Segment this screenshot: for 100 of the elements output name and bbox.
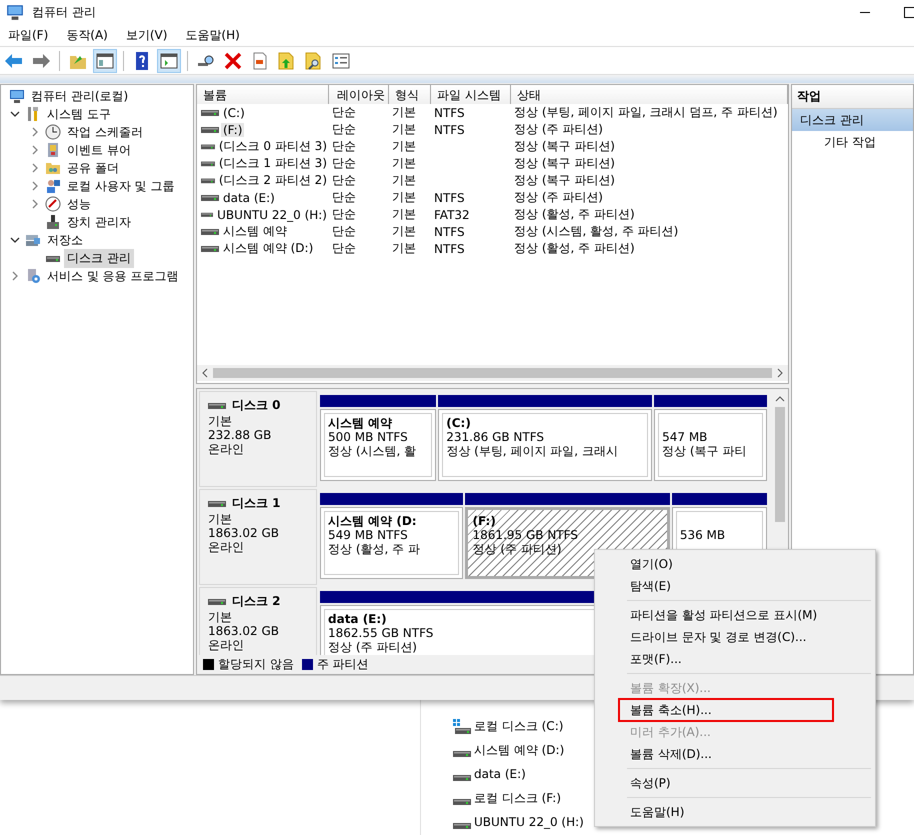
table-cell: 단순 [332,139,356,153]
tree-item[interactable]: 컴퓨터 관리(로컬) [28,86,132,106]
table-cell: 기본 [392,105,416,119]
menu-item[interactable]: 드라이브 문자 및 경로 변경(C)... [597,626,873,648]
tree-item[interactable]: 공유 폴더 [64,158,122,178]
table-cell: 정상 (주 파티션) [514,122,603,136]
disk-status: 온라인 [208,442,245,456]
tools-icon [25,106,41,122]
partition-size: 547 MB [662,430,708,444]
partition-size: 500 MB NTFS [328,430,408,444]
partition-size: 549 MB NTFS [328,528,408,542]
volume-name[interactable]: (C:) [221,106,247,120]
menu-item[interactable]: 도움말(H) [185,26,240,44]
table-cell: 단순 [332,190,356,204]
column-header[interactable]: 상태 [511,85,788,104]
volume-name[interactable]: (디스크 1 파티션 3) [216,155,329,172]
tree-item[interactable]: 시스템 도구 [44,104,114,124]
table-cell: 정상 (복구 파티션) [514,139,615,153]
disk-info-panel[interactable]: 디스크 1 기본 1863.02 GB 온라인 [199,489,317,585]
navigation-item[interactable]: 로컬 디스크 (C:) [474,718,564,734]
menu-item[interactable]: 볼륨 삭제(D)... [597,743,873,765]
tree-item[interactable]: 장치 관리자 [64,212,134,232]
tree-pane-button[interactable] [93,48,117,72]
volume-name[interactable]: (디스크 2 파티션 2) [216,172,329,189]
table-cell: 기본 [392,139,416,153]
properties-icon [331,50,351,70]
table-cell: 단순 [332,207,356,221]
menu-item[interactable]: 보기(V) [126,26,168,44]
menu-item[interactable]: 포맷(F)... [597,648,873,670]
drive-icon [201,125,219,134]
volume-name[interactable]: data (E:) [221,190,277,204]
partition-status: 정상 (활성, 주 파 [328,542,420,556]
computer-icon [9,88,25,104]
action-pane-button[interactable] [157,48,181,72]
partition-label: data (E:) [328,612,387,626]
menu-item[interactable]: 파일(F) [8,26,48,44]
folder-icon [45,160,61,176]
computer-management-icon [6,3,24,21]
menu-item[interactable]: 속성(P) [597,772,873,794]
scroll-up-icon[interactable] [774,395,784,403]
drive-icon [453,748,471,758]
table-cell: 정상 (부팅, 페이지 파일, 크래시 덤프, 주 파티션) [514,105,778,119]
table-cell: 단순 [332,241,356,255]
volume-name[interactable]: UBUNTU 22_0 (H:) [215,208,329,222]
volume-name[interactable]: (디스크 0 파티션 3) [216,138,329,155]
menu-item[interactable]: 파티션을 활성 파티션으로 표시(M) [597,604,873,626]
drive-icon [201,193,219,202]
tree-item[interactable]: 이벤트 뷰어 [64,140,134,160]
disk-info-panel[interactable]: 디스크 0 기본 232.88 GB 온라인 [199,391,317,487]
tree-item[interactable]: 로컬 사용자 및 그룹 [64,176,178,196]
table-cell: 기본 [392,207,416,221]
menu-item[interactable]: 볼륨 축소(H)... [619,699,833,721]
system-drive-icon [453,718,471,734]
partition-status: 정상 (주 파티션) [472,542,562,556]
table-cell: 정상 (주 파티션) [514,190,603,204]
volume-name[interactable]: 시스템 예약 (D:) [221,240,316,257]
log-book-icon [45,142,61,158]
drive-icon [201,142,215,151]
disk-name: 디스크 2 [232,592,281,610]
column-header[interactable]: 형식 [389,85,431,104]
disk-size: 1863.02 GB [208,624,280,638]
table-cell: NTFS [434,224,465,238]
disk-info-panel[interactable]: 디스크 2 기본 1863.02 GB 온라인 [199,587,317,655]
partition-box[interactable]: 547 MB 정상 (복구 파티 [654,409,767,481]
column-header[interactable]: 레이아웃 [329,85,389,104]
column-header[interactable]: 파일 시스템 [431,85,511,104]
maximize-icon[interactable] [904,5,914,19]
navigation-item[interactable]: UBUNTU 22_0 (H:) [474,815,584,829]
tree-item[interactable]: 성능 [64,194,94,214]
table-cell: 단순 [332,224,356,238]
partition-box[interactable]: 시스템 예약 500 MB NTFS 정상 (시스템, 활 [320,409,436,481]
partition-status: 정상 (부팅, 페이지 파일, 크래시 [446,444,618,458]
tree-item[interactable]: 작업 스케줄러 [64,122,146,142]
horizontal-scrollbar[interactable] [197,365,788,381]
disk-status: 온라인 [208,638,245,652]
tree-item[interactable]: 디스크 관리 [64,248,134,268]
partition-box[interactable]: (C:) 231.86 GB NTFS 정상 (부팅, 페이지 파일, 크래시 [438,409,652,481]
tree-item[interactable]: 저장소 [44,230,86,250]
table-cell: 정상 (활성, 주 파티션) [514,207,635,221]
table-cell: 단순 [332,173,356,187]
table-cell: 기본 [392,224,416,238]
table-cell: NTFS [434,122,465,136]
column-header[interactable]: 볼륨 [197,85,329,104]
navigation-item[interactable]: data (E:) [474,767,526,781]
disk-name: 디스크 0 [232,396,281,414]
table-cell: 기본 [392,241,416,255]
navigation-item[interactable]: 시스템 예약 (D:) [474,742,564,758]
volume-name[interactable]: (F:) [221,122,244,136]
menu-item[interactable]: 도움말(H) [597,801,873,823]
action-item[interactable]: 기타 작업 [792,131,913,153]
services-icon [25,268,41,284]
drive-icon [453,772,471,782]
menu-item[interactable]: 동작(A) [66,26,108,44]
partition-box[interactable]: 시스템 예약 (D: 549 MB NTFS 정상 (활성, 주 파 [320,507,463,579]
navigation-item[interactable]: 로컬 디스크 (F:) [474,790,562,806]
table-cell: NTFS [434,106,465,120]
drive-icon [201,210,214,219]
action-item[interactable]: 디스크 관리 [792,109,913,131]
tree-item[interactable]: 서비스 및 응용 프로그램 [44,266,182,286]
volume-name[interactable]: 시스템 예약 [221,223,289,240]
